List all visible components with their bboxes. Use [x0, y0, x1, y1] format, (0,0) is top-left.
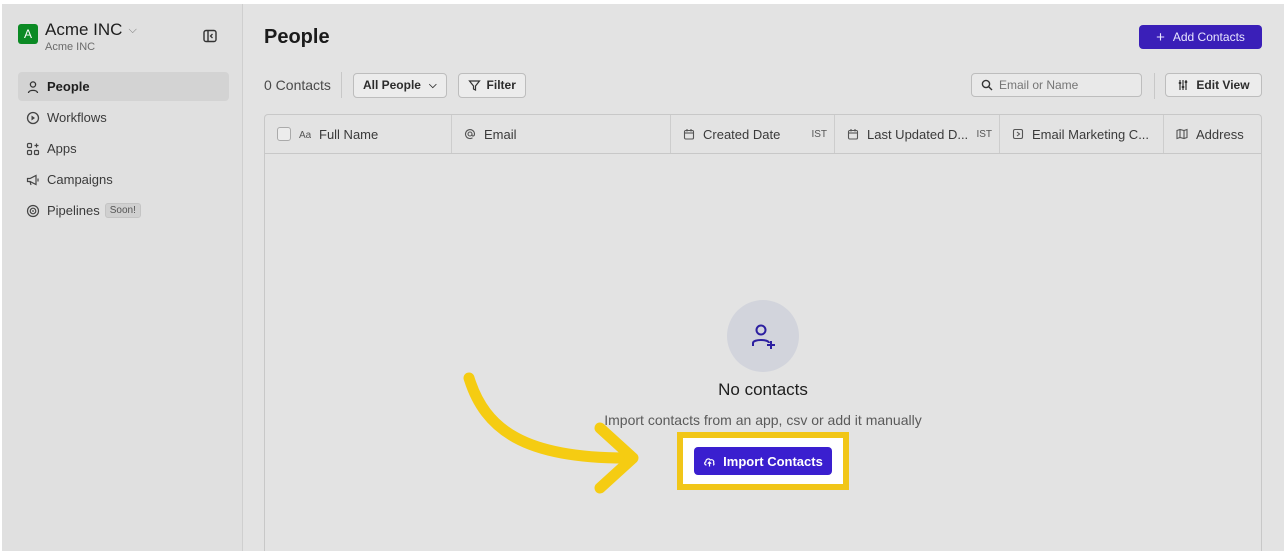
- table-header: Aa Full Name Email Created Date IST Last…: [265, 115, 1261, 154]
- column-label: Address: [1196, 126, 1244, 142]
- sidebar-item-label: People: [47, 79, 90, 94]
- sidebar-item-label: Pipelines: [47, 203, 100, 218]
- column-address[interactable]: Address: [1164, 115, 1261, 153]
- timezone-label: IST: [976, 128, 992, 140]
- edit-view-button[interactable]: Edit View: [1165, 73, 1262, 97]
- sidebar-item-pipelines[interactable]: Pipelines Soon!: [18, 196, 229, 225]
- sidebar-item-workflows[interactable]: Workflows: [18, 103, 229, 132]
- calendar-icon: [683, 129, 695, 140]
- apps-icon: [26, 142, 40, 155]
- cloud-upload-icon: [704, 457, 715, 466]
- person-icon: [27, 80, 39, 93]
- empty-state-subtitle: Import contacts from an app, csv or add …: [604, 412, 922, 428]
- column-last-updated[interactable]: Last Updated D... IST: [835, 115, 1000, 153]
- empty-state-illustration: [727, 300, 799, 372]
- column-label: Last Updated D...: [867, 126, 969, 142]
- column-full-name[interactable]: Aa Full Name: [265, 115, 452, 153]
- search-icon: [981, 79, 993, 91]
- edit-view-label: Edit View: [1196, 78, 1250, 92]
- column-label: Email Marketing C...: [1032, 126, 1150, 142]
- page-title: People: [264, 26, 330, 48]
- at-icon: [464, 129, 476, 140]
- select-all-checkbox[interactable]: [277, 127, 291, 141]
- filter-icon: [467, 79, 481, 91]
- add-contacts-button[interactable]: + Add Contacts: [1139, 25, 1262, 49]
- search-box[interactable]: [971, 73, 1142, 97]
- sidebar-item-label: Campaigns: [47, 172, 113, 187]
- chevron-down-icon: ⌵: [128, 23, 137, 36]
- megaphone-icon: [26, 174, 39, 185]
- column-created-date[interactable]: Created Date IST: [671, 115, 835, 153]
- contact-count: 0 Contacts: [264, 72, 342, 98]
- collapse-sidebar-icon[interactable]: [202, 28, 218, 44]
- column-email-marketing[interactable]: Email Marketing C...: [1000, 115, 1164, 153]
- column-label: Full Name: [319, 126, 379, 142]
- column-email[interactable]: Email: [452, 115, 671, 153]
- import-contacts-label: Import Contacts: [723, 453, 823, 469]
- soon-badge: Soon!: [104, 203, 141, 218]
- text-icon: Aa: [299, 130, 311, 140]
- filter-label: Filter: [486, 78, 516, 92]
- search-input[interactable]: [999, 78, 1129, 92]
- add-contacts-label: Add Contacts: [1172, 30, 1245, 44]
- sidebar-item-label: Workflows: [47, 110, 107, 125]
- column-label: Created Date: [703, 126, 781, 142]
- column-label: Email: [484, 126, 517, 142]
- timezone-label: IST: [811, 128, 827, 140]
- workflow-icon: [26, 111, 40, 124]
- sidebar-item-campaigns[interactable]: Campaigns: [18, 165, 229, 194]
- svg-text:Aa: Aa: [299, 130, 311, 140]
- filter-button[interactable]: Filter: [457, 72, 526, 98]
- empty-state: No contacts Import contacts from an app,…: [265, 300, 1261, 428]
- chevron-down-icon: ⌵: [428, 79, 437, 91]
- workspace-name: Acme INC: [45, 20, 123, 39]
- import-contacts-button[interactable]: Import Contacts: [694, 447, 832, 475]
- sidebar-item-people[interactable]: People: [18, 72, 229, 101]
- status-icon: [1012, 128, 1024, 140]
- target-icon: [26, 204, 40, 217]
- add-person-icon: [752, 324, 775, 349]
- plus-icon: +: [1156, 28, 1165, 46]
- workspace-avatar: A: [18, 24, 38, 44]
- view-selector-label: All People: [362, 78, 421, 92]
- view-selector[interactable]: All People ⌵: [352, 72, 447, 98]
- toolbar-divider: [1154, 73, 1155, 99]
- sidebar-item-label: Apps: [47, 141, 77, 156]
- toolbar: 0 Contacts All People ⌵ Filter: [264, 72, 526, 98]
- sidebar-nav: People Workflows Apps Campaigns Pipeline…: [18, 72, 229, 227]
- import-highlight-box: Import Contacts: [677, 432, 849, 490]
- empty-state-title: No contacts: [718, 380, 808, 399]
- calendar-icon: [847, 129, 859, 140]
- annotation-arrow-icon: [463, 372, 639, 494]
- sliders-icon: [1179, 80, 1188, 90]
- sidebar: A Acme INC ⌵ Acme INC People Workflows Ap…: [2, 4, 243, 551]
- sidebar-item-apps[interactable]: Apps: [18, 134, 229, 163]
- workspace-subtitle: Acme INC: [45, 41, 96, 53]
- map-icon: [1176, 128, 1188, 140]
- workspace-switcher[interactable]: A Acme INC ⌵ Acme INC: [18, 20, 137, 53]
